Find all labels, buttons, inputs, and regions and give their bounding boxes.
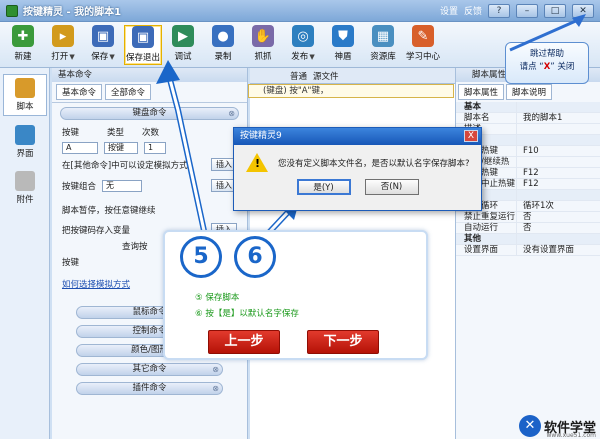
logo-url: www.xue51.com [546,432,596,439]
callout-arrow [509,18,579,52]
save-confirm-dialog: 按键精灵9 X ! 您没有定义脚本文件名，是否以默认名字保存脚本? 是(Y) 否… [233,127,482,211]
yes-button[interactable]: 是(Y) [296,179,351,195]
arrow-5-core [166,71,208,241]
arrow-5-head [156,60,180,84]
warning-icon: ! [246,153,268,172]
arrow-overlay [156,14,586,243]
step-5-text: ⑤ 保存脚本 [195,293,240,303]
app-window: 按键精灵 - 我的脚本1 设置 反馈 ? – □ ✕ ✚ 新建 ▸ 打开▼ ▣ 保存▼ ▣ 保… [0,0,600,439]
dialog-close-button[interactable]: X [464,130,478,142]
callout-arrowhead [572,14,586,27]
previous-step-button[interactable]: 上一步 [208,330,280,354]
no-button[interactable]: 否(N) [364,179,419,195]
step-marker-6: 6 [234,236,276,278]
next-step-button[interactable]: 下一步 [307,330,379,354]
dialog-title: 按键精灵9 [240,131,282,141]
dialog-message: 您没有定义脚本文件名，是否以默认名字保存脚本? [278,158,470,169]
step-6-text: ⑥ 按【是】以默认名字保存 [195,309,299,319]
step-marker-5: 5 [180,236,222,278]
logo-mark-icon: ✕ [518,415,541,437]
